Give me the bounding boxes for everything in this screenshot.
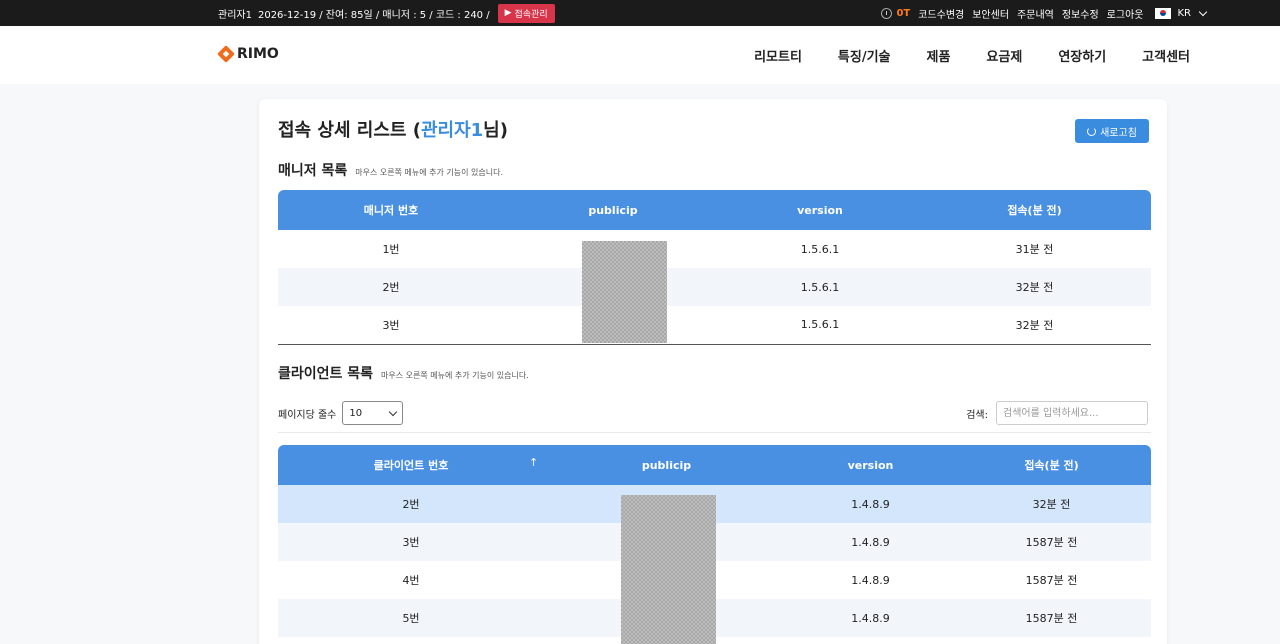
language-selector[interactable]: KR: [1155, 7, 1208, 19]
account-info: 관리자1 2026-12-19 / 잔여: 85일 / 매니저 : 5 / 코드…: [218, 0, 555, 26]
connection-detail-card: 접속 상세 리스트 (관리자1님) 새로고침 매니저 목록 마우스 오른쪽 메뉴…: [259, 99, 1167, 644]
redacted-ip-block: [582, 241, 667, 343]
manager-table: 매니저 번호 publicip version 접속(분 전) 1번 1.5.6…: [278, 190, 1151, 345]
last-access-cell: 31분 전: [1015, 243, 1054, 256]
connect-management-label: 접속관리: [514, 9, 548, 20]
nav-extend[interactable]: 연장하기: [1058, 46, 1106, 65]
refresh-label: 새로고침: [1100, 127, 1137, 139]
top-links: 0T 코드수변경 보안센터 주문내역 정보수정 로그아웃 KR: [881, 0, 1208, 26]
per-page-control: 페이지당 줄수 10: [278, 401, 404, 425]
nav-support[interactable]: 고객센터: [1142, 46, 1190, 65]
last-access-cell: 1587분 전: [952, 523, 1151, 561]
top-link-profile[interactable]: 정보수정: [1062, 6, 1099, 21]
page-title-prefix: 접속 상세 리스트 (: [278, 120, 421, 141]
client-number: 5번: [278, 599, 544, 637]
last-access-cell: 32분 전: [952, 485, 1151, 523]
nav-remote[interactable]: 리모트티: [754, 46, 802, 65]
manager-table-header: 매니저 번호 publicip version 접속(분 전): [278, 190, 1151, 230]
version-cell: 1.4.8.9: [789, 523, 952, 561]
column-last-access[interactable]: 접속(분 전): [918, 190, 1151, 230]
version-cell: 1.4.8.9: [851, 573, 890, 587]
version-cell: 1.5.6.1: [800, 242, 840, 256]
logo-text: RIMO: [237, 46, 279, 62]
version-cell: 1.4.8.9: [789, 485, 952, 523]
client-number: 4번: [402, 574, 420, 587]
client-hint: 마우스 오른쪽 메뉴에 추가 기능이 있습니다.: [381, 371, 529, 380]
manager-number: 3번: [382, 318, 400, 332]
connect-management-button[interactable]: ▶ 접속관리: [497, 3, 555, 23]
table-row[interactable]: 3번 1.5.6.1 32분 전: [278, 306, 1151, 344]
refresh-icon: [1087, 126, 1097, 136]
logo-mark-icon: [217, 45, 235, 63]
per-page-label: 페이지당 줄수: [278, 409, 337, 421]
manager-hint: 마우스 오른쪽 메뉴에 추가 기능이 있습니다.: [355, 168, 504, 177]
table-row[interactable]: 1번 1.5.6.1 31분 전: [278, 230, 1151, 268]
search-label: 검색:: [966, 409, 988, 421]
per-page-value: 10: [349, 407, 363, 419]
manager-section-title: 매니저 목록 마우스 오른쪽 메뉴에 추가 기능이 있습니다.: [278, 160, 503, 180]
chevron-down-icon: [1198, 7, 1208, 16]
client-number: 2번: [278, 485, 544, 523]
nav-features[interactable]: 특징/기술: [838, 46, 891, 65]
last-access-cell: 1587분 전: [1025, 574, 1078, 587]
last-access-cell: 32분 전: [1015, 318, 1054, 332]
manager-number: 1번: [382, 243, 400, 256]
column-publicip[interactable]: publicip: [544, 445, 789, 485]
version-cell: 1.4.8.9: [789, 599, 952, 637]
ot-balance: 0T: [896, 7, 911, 19]
top-link-security[interactable]: 보안센터: [972, 6, 1009, 21]
manager-title: 매니저 목록: [278, 163, 348, 179]
sort-ascending-icon[interactable]: ↑: [529, 456, 538, 469]
top-link-orders[interactable]: 주문내역: [1017, 6, 1054, 21]
main-header: RIMO 리모트티 특징/기술 제품 요금제 연장하기 고객센터: [0, 26, 1280, 84]
refresh-button[interactable]: 새로고침: [1075, 119, 1149, 143]
client-section-title: 클라이언트 목록 마우스 오른쪽 메뉴에 추가 기능이 있습니다.: [278, 363, 529, 383]
column-version[interactable]: version: [722, 190, 918, 230]
top-link-code-change[interactable]: 코드수변경: [918, 6, 964, 21]
redacted-ip-block: [621, 495, 716, 644]
column-client-number[interactable]: 클라이언트 번호: [278, 445, 544, 485]
column-publicip[interactable]: publicip: [504, 190, 722, 230]
page-title-suffix: 님): [483, 120, 508, 141]
account-summary: 2026-12-19 / 잔여: 85일 / 매니저 : 5 / 코드 : 24…: [257, 9, 490, 21]
client-table-controls: 페이지당 줄수 10 검색:: [278, 401, 1151, 433]
language-label: KR: [1177, 7, 1191, 19]
power-icon: [881, 7, 893, 19]
page-title: 접속 상세 리스트 (관리자1님): [278, 116, 508, 142]
nav-products[interactable]: 제품: [927, 46, 951, 65]
column-version[interactable]: version: [789, 445, 952, 485]
top-bar: 관리자1 2026-12-19 / 잔여: 85일 / 매니저 : 5 / 코드…: [0, 0, 1280, 26]
client-number: 3번: [278, 523, 544, 561]
page-title-user: 관리자1: [420, 120, 484, 141]
logo[interactable]: RIMO: [217, 45, 279, 63]
client-table-header: 클라이언트 번호 publicip version 접속(분 전): [278, 445, 1151, 485]
korea-flag-icon: [1155, 7, 1172, 19]
nav-pricing[interactable]: 요금제: [986, 46, 1022, 65]
client-title: 클라이언트 목록: [278, 366, 374, 382]
play-icon: ▶: [504, 8, 512, 18]
search-control: 검색:: [966, 401, 1148, 425]
table-row[interactable]: 2번 1.5.6.1 32분 전: [278, 268, 1151, 306]
search-input[interactable]: [996, 401, 1148, 425]
column-manager-number[interactable]: 매니저 번호: [278, 190, 504, 230]
version-cell: 1.5.6.1: [722, 268, 918, 306]
account-user: 관리자1: [218, 9, 252, 21]
per-page-select[interactable]: 10: [342, 401, 404, 425]
last-access-cell: 32분 전: [918, 268, 1151, 306]
chevron-down-icon: [389, 407, 398, 416]
column-last-access[interactable]: 접속(분 전): [952, 445, 1151, 485]
last-access-cell: 1587분 전: [952, 599, 1151, 637]
version-cell: 1.5.6.1: [800, 318, 840, 332]
main-nav: 리모트티 특징/기술 제품 요금제 연장하기 고객센터: [754, 26, 1190, 84]
top-link-logout[interactable]: 로그아웃: [1107, 6, 1144, 21]
manager-number: 2번: [278, 268, 504, 306]
